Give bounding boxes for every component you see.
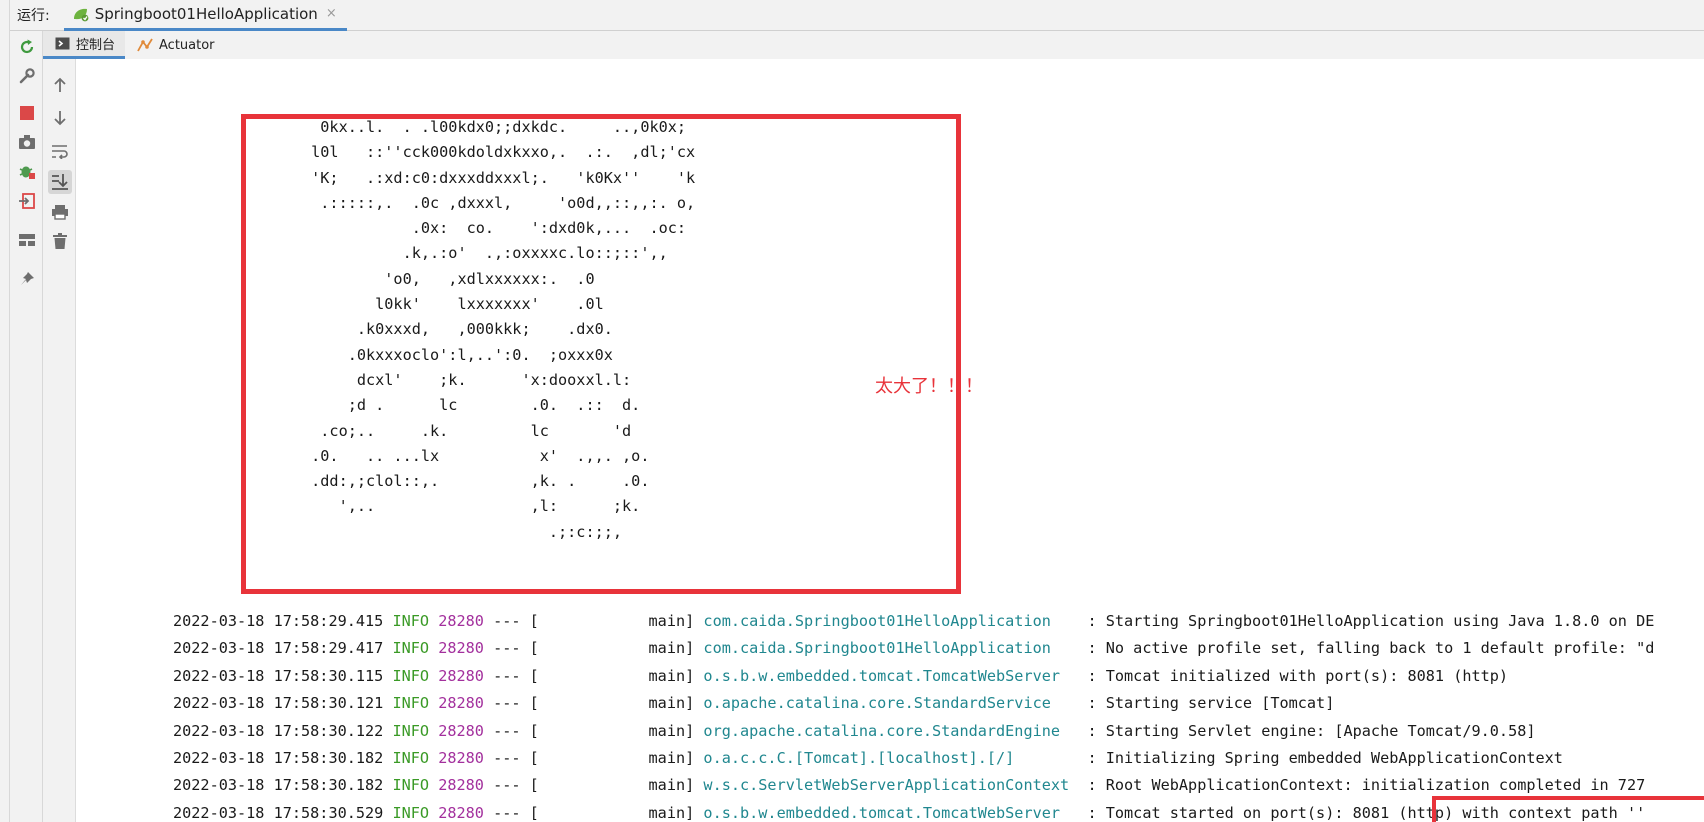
exit-icon[interactable] (16, 190, 38, 212)
run-bar: 运行: Springboot01HelloApplication × (10, 0, 1704, 31)
layout-icon[interactable] (16, 229, 38, 251)
debug-bug-icon[interactable] (16, 160, 38, 182)
tab-console-label: 控制台 (76, 38, 116, 53)
log-thread: main] (547, 776, 695, 795)
log-timestamp: 2022-03-18 17:58:30.529 (173, 803, 384, 822)
log-separator: --- [ (493, 666, 539, 685)
log-pid: 28280 (438, 776, 484, 795)
log-timestamp: 2022-03-18 17:58:29.417 (173, 639, 384, 658)
stop-icon[interactable] (16, 102, 38, 124)
tab-actuator-label: Actuator (159, 37, 215, 53)
log-line: 2022-03-18 17:58:29.415 INFO 28280 --- [… (173, 608, 1654, 635)
log-timestamp: 2022-03-18 17:58:30.121 (173, 694, 384, 713)
log-pid: 28280 (438, 803, 484, 822)
wrench-icon[interactable] (16, 65, 38, 87)
log-logger: o.a.c.c.C.[Tomcat].[localhost].[/] (703, 748, 1079, 767)
log-thread: main] (547, 666, 695, 685)
tab-console[interactable]: 控制台 (43, 31, 126, 59)
arrow-down-icon[interactable] (48, 106, 72, 130)
log-separator: --- [ (493, 694, 539, 713)
log-pid: 28280 (438, 612, 484, 630)
log-thread: main] (547, 612, 695, 630)
log-logger: org.apache.catalina.core.StandardEngine (703, 721, 1079, 740)
log-message: : Starting Servlet engine: [Apache Tomca… (1087, 721, 1536, 740)
log-logger: com.caida.Springboot01HelloApplication (703, 612, 1079, 630)
run-tool-window: 运行: Springboot01HelloApplication × 控制台 A… (0, 0, 1704, 822)
log-pid: 28280 (438, 639, 484, 658)
log-pid: 28280 (438, 748, 484, 767)
tab-actuator[interactable]: Actuator (125, 31, 225, 59)
log-line: 2022-03-18 17:58:30.115 INFO 28280 --- [… (173, 663, 1654, 690)
log-level: INFO (392, 612, 430, 630)
run-config-tab[interactable]: Springboot01HelloApplication × (63, 0, 347, 31)
close-icon[interactable]: × (326, 6, 337, 21)
highlight-box-banner (241, 114, 961, 594)
arrow-up-icon[interactable] (48, 73, 72, 97)
log-logger: o.s.b.w.embedded.tomcat.TomcatWebServer (703, 666, 1079, 685)
log-line: 2022-03-18 17:58:29.417 INFO 28280 --- [… (173, 635, 1654, 662)
log-logger: o.s.b.w.embedded.tomcat.TomcatWebServer (703, 803, 1079, 822)
log-logger: com.caida.Springboot01HelloApplication (703, 639, 1079, 658)
log-logger: o.apache.catalina.core.StandardService (703, 694, 1079, 713)
log-line: 2022-03-18 17:58:30.182 INFO 28280 --- [… (173, 745, 1654, 772)
pin-icon[interactable] (16, 268, 38, 290)
soft-wrap-icon[interactable] (48, 139, 72, 163)
log-message: : Initializing Spring embedded WebApplic… (1087, 748, 1563, 767)
log-line: 2022-03-18 17:58:30.121 INFO 28280 --- [… (173, 690, 1654, 717)
run-tab-title: Springboot01HelloApplication (94, 4, 318, 23)
actuator-icon (137, 38, 153, 52)
highlight-box-port (1432, 796, 1704, 822)
camera-icon[interactable] (16, 131, 38, 153)
log-timestamp: 2022-03-18 17:58:30.115 (173, 666, 384, 685)
log-lines: 2022-03-18 17:58:29.415 INFO 28280 --- [… (173, 608, 1654, 822)
console-output[interactable]: 0kx..l. . .l00kdx0;;dxkdc. ..,0k0x; l0l … (76, 59, 1704, 822)
annotation-text: 太大了！！！ (875, 376, 983, 397)
log-thread: main] (547, 721, 695, 740)
log-pid: 28280 (438, 721, 484, 740)
log-separator: --- [ (493, 721, 539, 740)
log-level: INFO (392, 776, 430, 795)
run-toolbar (10, 31, 43, 822)
log-level: INFO (392, 803, 430, 822)
log-separator: --- [ (493, 639, 539, 658)
log-separator: --- [ (493, 612, 539, 630)
rerun-icon[interactable] (16, 36, 38, 58)
print-icon[interactable] (48, 200, 72, 224)
log-timestamp: 2022-03-18 17:58:30.182 (173, 776, 384, 795)
left-edge-strip (0, 0, 10, 822)
log-message: : Root WebApplicationContext: initializa… (1087, 776, 1646, 795)
log-thread: main] (547, 748, 695, 767)
log-thread: main] (547, 639, 695, 658)
spring-leaf-icon (73, 8, 89, 21)
trash-icon[interactable] (48, 229, 72, 253)
log-message: : Tomcat initialized with port(s): 8081 … (1087, 666, 1509, 685)
log-message: : Starting Springboot01HelloApplication … (1087, 612, 1655, 630)
scroll-to-end-icon[interactable] (48, 170, 72, 194)
log-line: 2022-03-18 17:58:30.122 INFO 28280 --- [… (173, 718, 1654, 745)
log-timestamp: 2022-03-18 17:58:30.182 (173, 748, 384, 767)
log-thread: main] (547, 694, 695, 713)
log-thread: main] (547, 803, 695, 822)
console-toolbar (43, 59, 76, 822)
sub-tab-bar: 控制台 Actuator (43, 31, 1704, 59)
log-timestamp: 2022-03-18 17:58:30.122 (173, 721, 384, 740)
log-logger: w.s.c.ServletWebServerApplicationContext (703, 776, 1079, 795)
log-message: : Starting service [Tomcat] (1087, 694, 1335, 713)
log-level: INFO (392, 748, 430, 767)
log-separator: --- [ (493, 803, 539, 822)
run-label: 运行: (17, 8, 50, 24)
log-level: INFO (392, 639, 430, 658)
log-level: INFO (392, 666, 430, 685)
log-message: : No active profile set, falling back to… (1087, 639, 1655, 658)
log-separator: --- [ (493, 748, 539, 767)
log-pid: 28280 (438, 694, 484, 713)
log-level: INFO (392, 721, 430, 740)
log-pid: 28280 (438, 666, 484, 685)
log-separator: --- [ (493, 776, 539, 795)
log-level: INFO (392, 694, 430, 713)
log-timestamp: 2022-03-18 17:58:29.415 (173, 612, 384, 630)
console-icon (55, 37, 70, 50)
